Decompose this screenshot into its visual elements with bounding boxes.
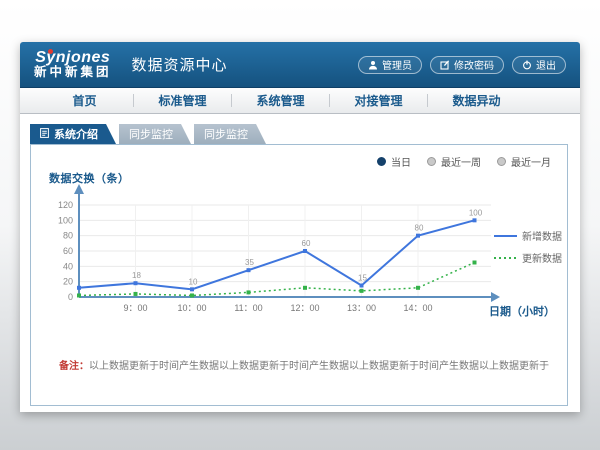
svg-text:100: 100 — [58, 215, 73, 225]
svg-text:14：00: 14：00 — [403, 303, 432, 313]
nav-item-system-mgmt[interactable]: 系统管理 — [232, 92, 329, 109]
radio-last-month[interactable]: 最近一月 — [497, 154, 551, 169]
nav-item-standard-mgmt[interactable]: 标准管理 — [134, 92, 231, 109]
footnote-prefix: 备注： — [59, 361, 89, 372]
svg-text:35: 35 — [245, 258, 254, 267]
radio-last-week[interactable]: 最近一周 — [427, 154, 481, 169]
main-nav: 首页 标准管理 系统管理 对接管理 数据异动 — [20, 88, 580, 114]
logo-cn-text: 新中新集团 — [34, 66, 112, 79]
svg-text:日期（小时）: 日期（小时） — [489, 304, 555, 318]
svg-text:0: 0 — [68, 292, 73, 302]
svg-text:10：00: 10：00 — [177, 303, 206, 313]
radio-unselected-icon — [497, 157, 506, 166]
tab-sync-monitor-1[interactable]: 同步监控 — [119, 124, 191, 144]
svg-text:13：00: 13：00 — [347, 303, 376, 313]
company-logo: Synjones 新中新集团 — [34, 50, 112, 80]
change-password-button[interactable]: 修改密码 — [430, 56, 504, 74]
svg-text:9：00: 9：00 — [123, 303, 147, 313]
svg-text:40: 40 — [63, 261, 73, 271]
radio-unselected-icon — [427, 157, 436, 166]
svg-text:60: 60 — [63, 246, 73, 256]
radio-today[interactable]: 当日 — [377, 154, 411, 169]
footnote-text: 以上数据更新于时间产生数据以上数据更新于时间产生数据以上数据更新于时间产生数据以… — [89, 361, 549, 372]
svg-text:18: 18 — [132, 271, 141, 280]
svg-text:11：00: 11：00 — [234, 303, 262, 313]
logo-en-text: Synjones — [34, 50, 112, 67]
svg-text:12：00: 12：00 — [290, 303, 319, 313]
document-icon — [40, 128, 49, 141]
svg-text:15: 15 — [358, 274, 367, 283]
logo-red-dot-icon — [48, 49, 53, 54]
svg-text:10: 10 — [189, 277, 198, 286]
svg-text:100: 100 — [469, 208, 483, 217]
svg-text:80: 80 — [63, 231, 73, 241]
svg-text:120: 120 — [58, 200, 73, 210]
power-icon — [522, 60, 532, 70]
svg-text:80: 80 — [415, 224, 424, 233]
header-actions: 管理员 修改密码 退出 — [358, 56, 566, 74]
tab-bar: 系统介绍 同步监控 同步监控 — [30, 124, 266, 144]
logout-button[interactable]: 退出 — [512, 56, 566, 74]
nav-item-home[interactable]: 首页 — [36, 92, 133, 109]
svg-text:更新数据: 更新数据 — [522, 252, 562, 265]
nav-item-interface-mgmt[interactable]: 对接管理 — [330, 92, 427, 109]
svg-text:新增数据: 新增数据 — [522, 230, 562, 243]
page-title: 数据资源中心 — [132, 54, 228, 75]
svg-text:60: 60 — [302, 239, 311, 248]
data-exchange-line-chart: 0 20 40 60 80 100 120 9：00 10：00 11：00 12：00 13：00 1… — [39, 179, 567, 329]
admin-user-button[interactable]: 管理员 — [358, 56, 422, 74]
chart-panel: 当日 最近一周 最近一月 数据交换（条） 0204060801001209：00… — [30, 144, 568, 406]
chart-container: 0 20 40 60 80 100 120 9：00 10：00 11：00 12：00 13：00 1… — [39, 179, 567, 334]
edit-icon — [440, 60, 450, 70]
time-range-filter: 当日 最近一周 最近一月 — [377, 154, 551, 169]
footnote: 备注：以上数据更新于时间产生数据以上数据更新于时间产生数据以上数据更新于时间产生… — [59, 357, 549, 372]
app-window: Synjones 新中新集团 数据资源中心 管理员 修改密码 退出 首页 标准管… — [20, 42, 580, 412]
radio-selected-icon — [377, 157, 386, 166]
user-icon — [368, 60, 378, 70]
tab-sync-monitor-2[interactable]: 同步监控 — [194, 124, 266, 144]
tab-system-intro[interactable]: 系统介绍 — [30, 124, 116, 144]
svg-text:20: 20 — [63, 277, 73, 287]
nav-item-data-change[interactable]: 数据异动 — [428, 92, 525, 109]
app-header: Synjones 新中新集团 数据资源中心 管理员 修改密码 退出 — [20, 42, 580, 88]
content-area: 系统介绍 同步监控 同步监控 当日 最近一周 — [20, 114, 580, 411]
